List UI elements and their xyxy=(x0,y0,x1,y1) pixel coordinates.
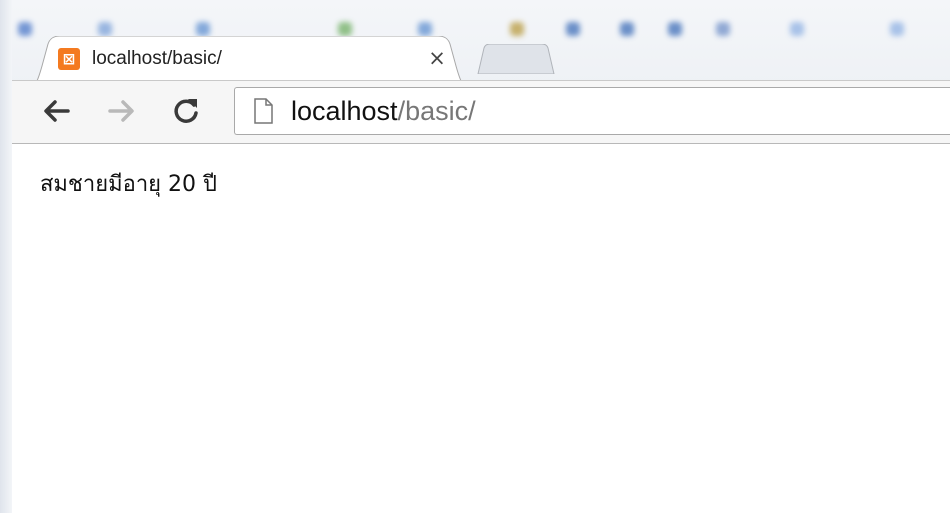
page-icon xyxy=(254,98,273,124)
blurred-icon xyxy=(668,22,682,36)
blurred-icon xyxy=(338,22,352,36)
url-text: localhost/basic/ xyxy=(291,95,476,127)
tab-close-button[interactable]: × xyxy=(424,45,450,71)
arrow-right-icon xyxy=(108,100,134,122)
back-button[interactable] xyxy=(36,91,76,131)
blurred-icon xyxy=(98,22,112,36)
xampp-favicon-icon: ⊠ xyxy=(58,48,80,70)
arrow-left-icon xyxy=(44,100,70,122)
address-bar[interactable]: localhost/basic/ xyxy=(234,87,950,135)
blurred-icon xyxy=(418,22,432,36)
reload-icon xyxy=(174,99,198,123)
url-host: localhost xyxy=(291,96,398,126)
window-left-border xyxy=(0,0,12,513)
blurred-icon xyxy=(566,22,580,36)
reload-button[interactable] xyxy=(166,91,206,131)
tab-title: localhost/basic/ xyxy=(92,48,222,69)
blurred-icon xyxy=(890,22,904,36)
blurred-icon xyxy=(196,22,210,36)
forward-button[interactable] xyxy=(102,91,142,131)
blurred-icon xyxy=(716,22,730,36)
url-path: /basic/ xyxy=(397,96,476,126)
blurred-icon xyxy=(620,22,634,36)
blurred-icon xyxy=(510,22,524,36)
new-tab-shape xyxy=(477,43,555,75)
browser-toolbar: localhost/basic/ xyxy=(12,80,950,144)
blurred-icon xyxy=(790,22,804,36)
new-tab-button[interactable] xyxy=(476,43,556,75)
page-text: สมชายมีอายุ 20 ปี xyxy=(40,172,218,197)
favicon-glyph: ⊠ xyxy=(62,50,76,68)
browser-window: ⊠ localhost/basic/ × localhost/basic/ สม… xyxy=(0,0,950,513)
blurred-icon xyxy=(18,22,32,36)
page-content: สมชายมีอายุ 20 ปี xyxy=(12,144,950,513)
